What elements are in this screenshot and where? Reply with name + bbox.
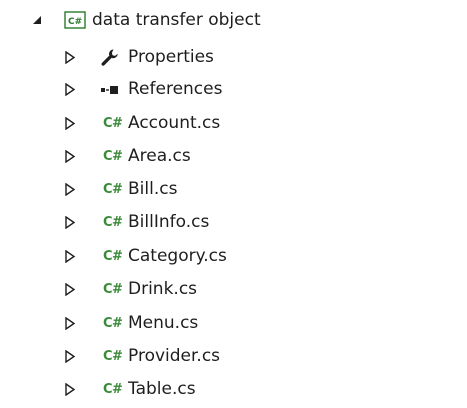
collapsed-arrow-icon[interactable] xyxy=(62,240,78,273)
tree-item-file[interactable]: C# Account.cs xyxy=(0,107,467,140)
tree-item-file[interactable]: C# Menu.cs xyxy=(0,307,467,340)
tree-item-label: Menu.cs xyxy=(128,313,199,333)
tree-item-references[interactable]: References xyxy=(0,73,467,106)
collapsed-arrow-icon[interactable] xyxy=(62,340,78,373)
tree-item-label: References xyxy=(128,79,223,99)
project-name: data transfer object xyxy=(92,10,261,30)
tree-item-label: Category.cs xyxy=(128,246,227,266)
expanded-arrow-icon[interactable] xyxy=(29,4,45,37)
tree-item-file[interactable]: C# Area.cs xyxy=(0,140,467,173)
collapsed-arrow-icon[interactable] xyxy=(62,206,78,239)
tree-item-file[interactable]: C# Bill.cs xyxy=(0,173,467,206)
tree-item-label: Drink.cs xyxy=(128,279,198,299)
tree-item-label: Provider.cs xyxy=(128,346,221,366)
tree-item-file[interactable]: C# Category.cs xyxy=(0,240,467,273)
collapsed-arrow-icon[interactable] xyxy=(62,173,78,206)
collapsed-arrow-icon[interactable] xyxy=(62,307,78,340)
project-icon-text: C# xyxy=(68,17,82,27)
tree-item-label: Table.cs xyxy=(128,379,196,399)
collapsed-arrow-icon[interactable] xyxy=(62,273,78,306)
tree-item-properties[interactable]: Properties xyxy=(0,41,467,74)
tree-item-file[interactable]: C# BillInfo.cs xyxy=(0,206,467,239)
tree-item-file[interactable]: C# Provider.cs xyxy=(0,340,467,373)
tree-item-label: Properties xyxy=(128,47,214,67)
references-icon xyxy=(100,73,130,106)
csharp-project-icon: C# xyxy=(64,4,94,37)
collapsed-arrow-icon[interactable] xyxy=(62,73,78,106)
project-node[interactable]: C# data transfer object xyxy=(0,4,467,37)
collapsed-arrow-icon[interactable] xyxy=(62,41,78,74)
collapsed-arrow-icon[interactable] xyxy=(62,140,78,173)
tree-item-label: Area.cs xyxy=(128,146,191,166)
tree-item-label: Bill.cs xyxy=(128,179,178,199)
tree-item-file[interactable]: C# Drink.cs xyxy=(0,273,467,306)
collapsed-arrow-icon[interactable] xyxy=(62,373,78,406)
tree-item-label: Account.cs xyxy=(128,113,221,133)
solution-explorer-tree: C# data transfer object Properties Refer… xyxy=(0,0,467,408)
collapsed-arrow-icon[interactable] xyxy=(62,107,78,140)
wrench-icon xyxy=(100,41,130,74)
tree-item-file[interactable]: C# Table.cs xyxy=(0,373,467,406)
tree-item-label: BillInfo.cs xyxy=(128,212,210,232)
